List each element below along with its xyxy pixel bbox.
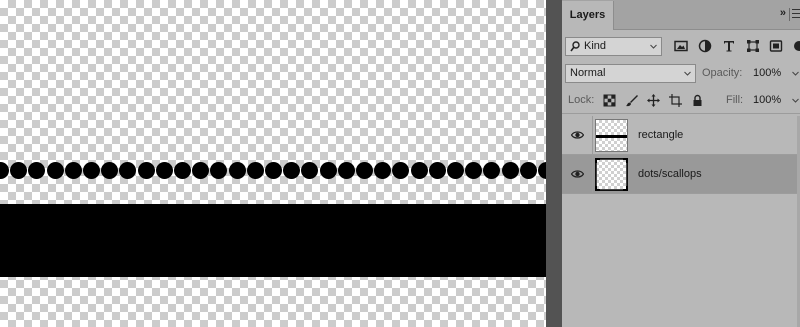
adjustment-filter-icon[interactable] [698,39,712,53]
panel-tab-bar: Layers » [562,0,800,30]
opacity-value[interactable]: 100% [753,67,781,79]
type-filter-icon[interactable] [722,39,736,53]
scallop-dot [465,162,483,179]
chevron-down-icon[interactable] [792,70,799,77]
scallop-dot [83,162,100,179]
filter-toggle-icon[interactable] [792,39,800,53]
shape-filter-icon[interactable] [746,39,760,53]
thumbnail-bar [596,135,627,138]
scallop-dot [392,162,410,179]
lock-label: Lock: [568,94,595,106]
scallop-dot [0,162,9,179]
scallop-dot [10,162,28,179]
layer-thumbnail[interactable] [595,158,628,191]
selection-corner [595,186,600,191]
lock-all-icon[interactable] [691,94,704,107]
scallop-dot [447,162,464,179]
chevron-down-icon [684,71,691,76]
scallop-dot [174,162,191,179]
selection-corner [595,158,600,163]
scallop-dot [283,162,301,179]
scallop-dot [374,162,392,179]
visibility-divider [592,116,593,155]
layer-row-dots-scallops[interactable]: dots/scallops [562,155,797,194]
scallop-dot [64,162,82,179]
fill-value[interactable]: 100% [753,94,781,106]
opacity-label: Opacity: [702,67,743,79]
fill-label: Fill: [726,94,744,106]
scallop-dot [28,162,46,179]
scallop-dot [246,162,264,179]
scallop-dot [428,162,446,179]
workspace-gutter [546,0,562,327]
layer-name[interactable]: dots/scallops [638,168,702,180]
scallop-dot [101,162,119,179]
scallop-dot [228,162,246,179]
lock-transparent-pixels-icon[interactable] [603,94,616,107]
layer-filter-row: Kind [562,32,800,60]
layer-name[interactable]: rectangle [638,129,683,141]
double-chevron-right-icon[interactable]: » [780,7,786,19]
scallop-dot [119,162,137,179]
scallop-dot [210,162,228,179]
scallop-dot [46,162,64,179]
scallop-dot [319,162,337,179]
hamburger-menu-icon[interactable] [792,6,800,20]
selection-corner [623,186,628,191]
layers-panel: Layers » Kind Normal Opacity: 100% Lock:… [562,0,800,327]
scallop-dot [137,162,155,179]
scallop-dot [301,162,319,179]
lock-artboard-icon[interactable] [669,94,682,107]
selection-corner [623,158,628,163]
magnifier-icon [570,41,580,52]
scallop-dot [501,162,519,179]
layer-thumbnail[interactable] [595,119,628,152]
scallop-dot [265,162,282,179]
scallop-dot [192,162,210,179]
scallop-dot [337,162,355,179]
image-filter-icon[interactable] [674,39,688,53]
lock-row: Lock: Fill: 100% [562,88,800,114]
rectangle-layer-content [0,204,546,277]
smart-object-filter-icon[interactable] [769,39,783,53]
chevron-down-icon[interactable] [792,97,799,104]
scallop-dot [410,162,428,179]
lock-position-icon[interactable] [647,94,660,107]
scallop-dot [155,162,173,179]
visibility-divider [592,155,593,194]
scallop-dot [519,162,537,179]
chevron-down-icon [650,44,657,49]
tab-layers[interactable]: Layers [562,1,614,30]
dots-scallops-layer-content [0,162,546,184]
blend-mode-select[interactable]: Normal [565,64,696,83]
eye-icon[interactable] [571,130,584,140]
scallop-dot [538,162,546,179]
eye-icon[interactable] [571,169,584,179]
document-canvas[interactable] [0,0,546,327]
blend-row: Normal Opacity: 100% [562,61,800,87]
scallop-dot [356,162,373,179]
tab-divider [789,8,790,21]
blend-mode-value: Normal [570,67,606,79]
scallop-dot [483,162,501,179]
layer-row-rectangle[interactable]: rectangle [562,116,797,155]
lock-image-pixels-icon[interactable] [625,94,638,107]
filter-kind-select[interactable]: Kind [565,37,662,56]
